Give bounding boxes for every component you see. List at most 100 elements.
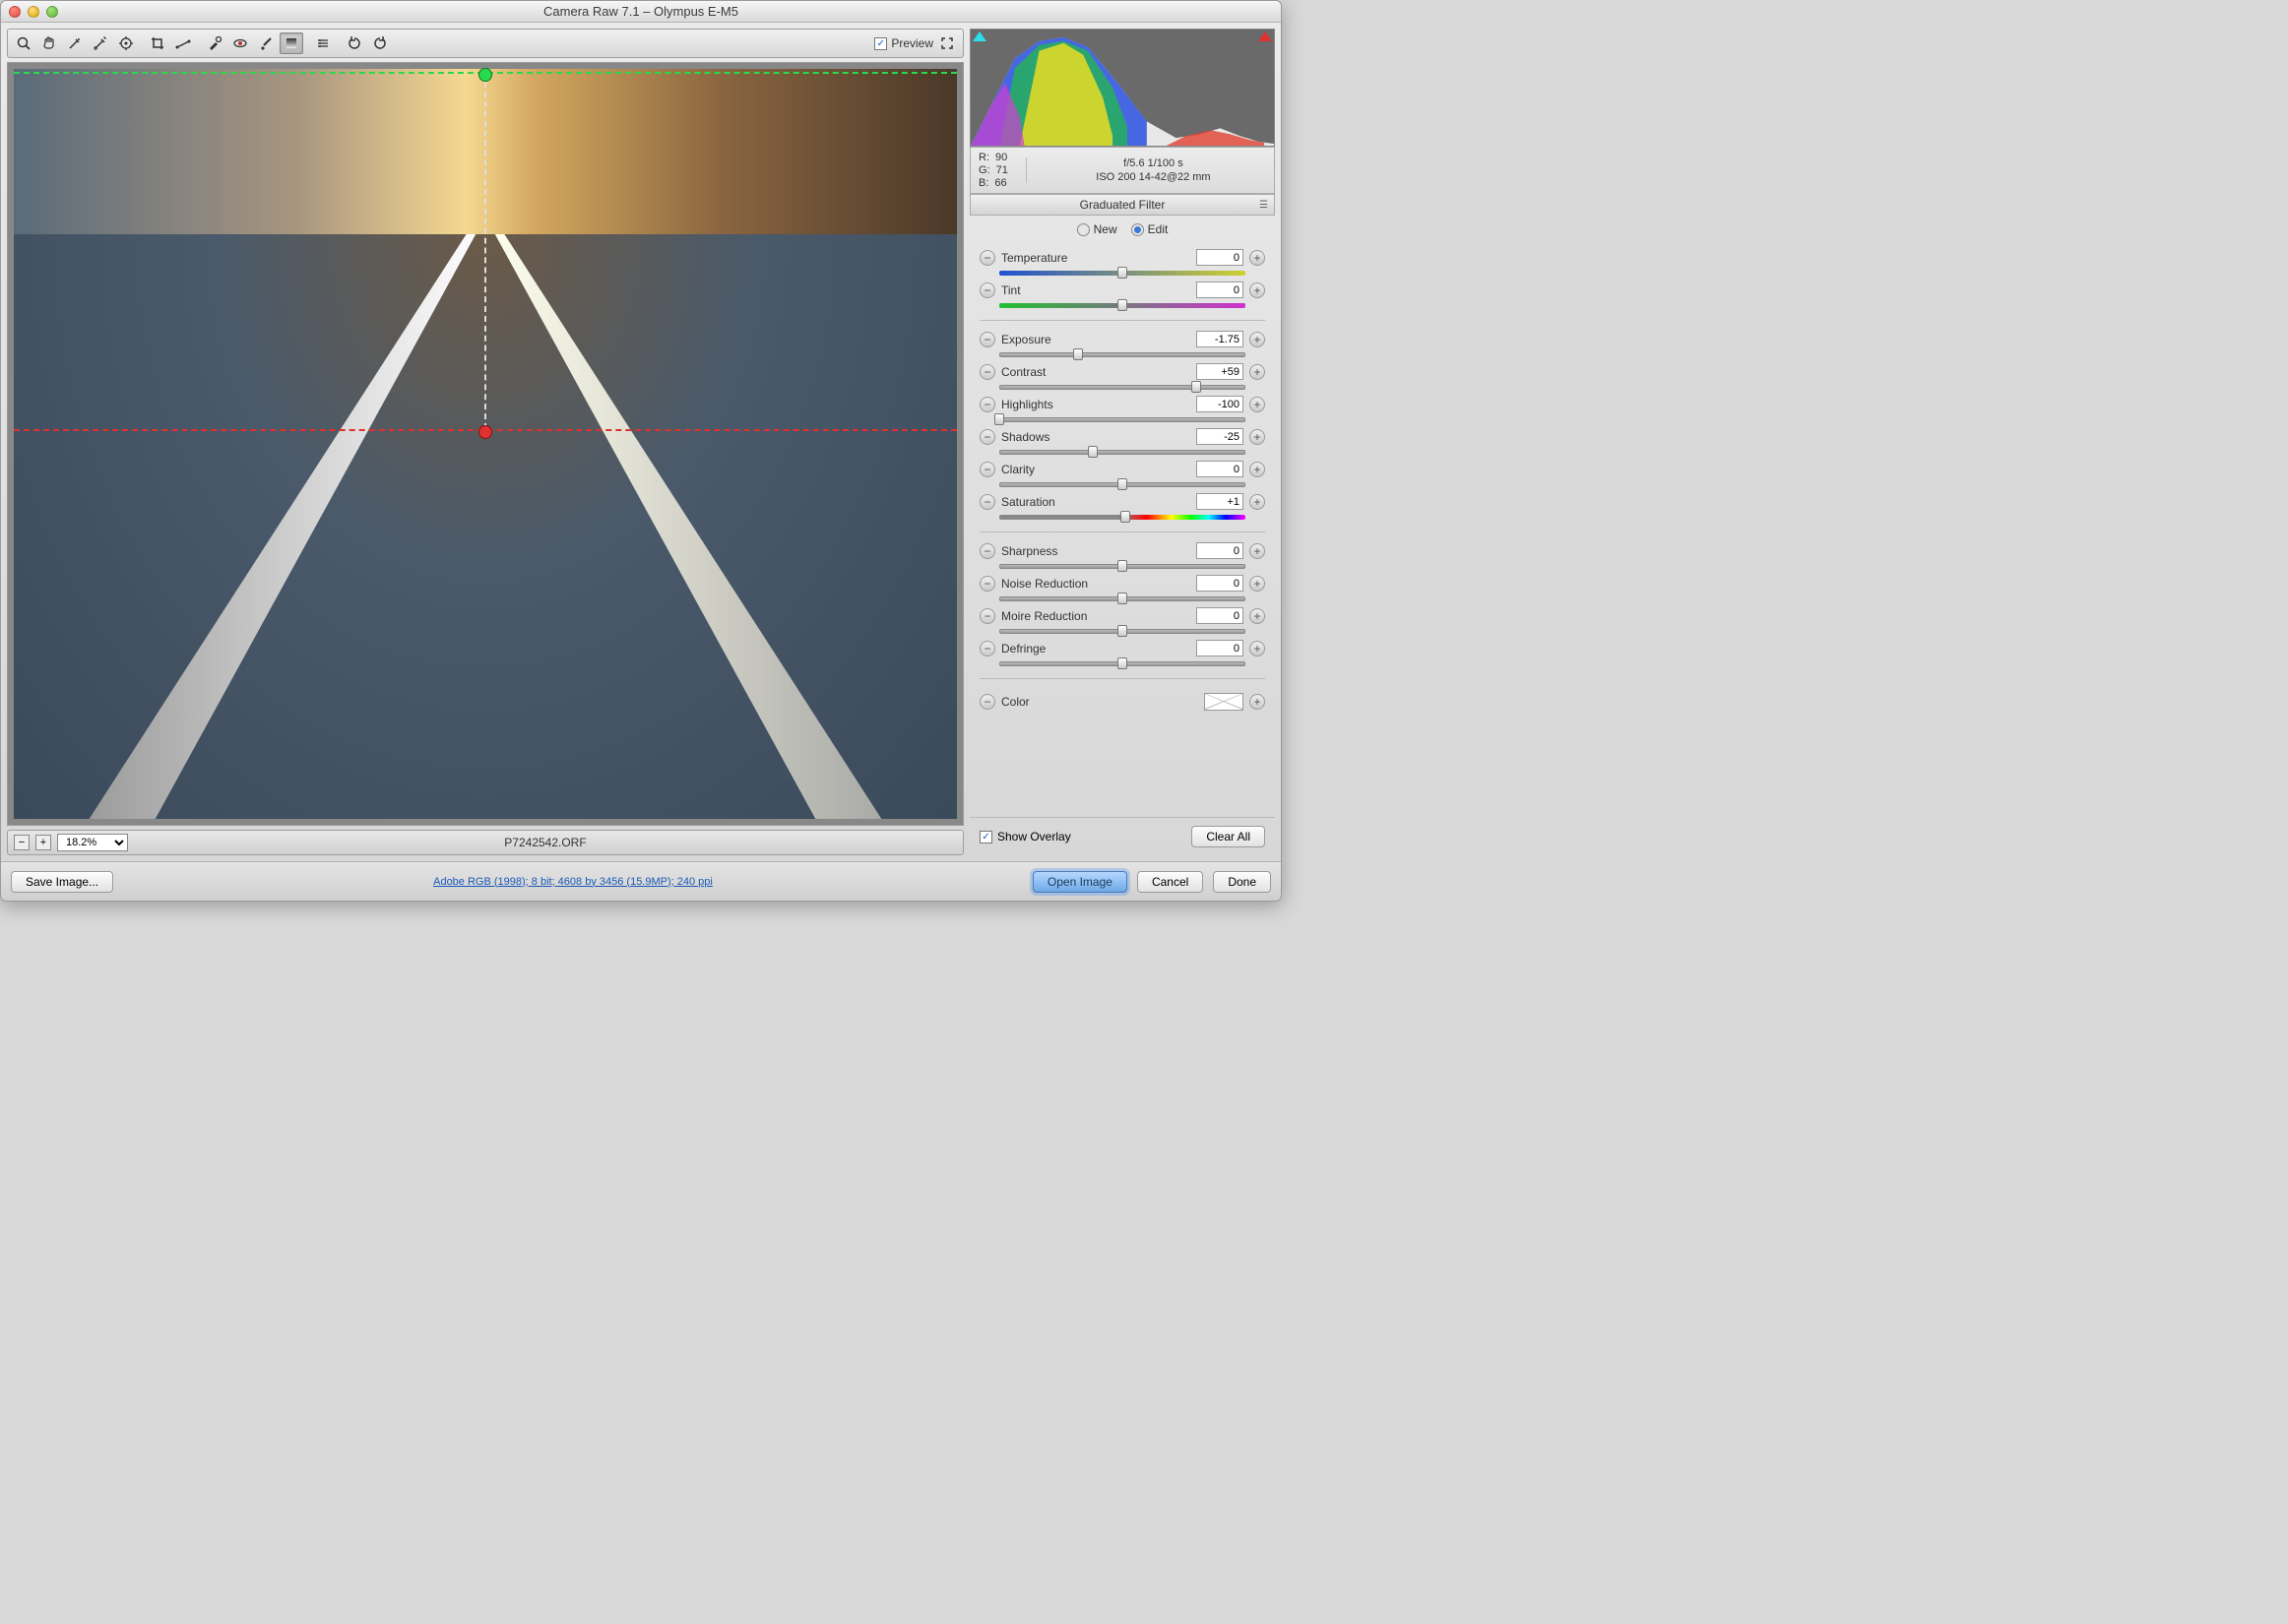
gradient-start-line[interactable] (14, 72, 957, 74)
tint-plus[interactable]: + (1249, 282, 1265, 298)
shadows-value[interactable] (1196, 428, 1243, 445)
targeted-adjust-tool[interactable] (114, 32, 138, 54)
graduated-filter-tool[interactable] (280, 32, 303, 54)
highlights-thumb[interactable] (994, 413, 1004, 425)
panel-menu-icon[interactable]: ☰ (1259, 200, 1268, 211)
preview-area[interactable] (7, 62, 964, 826)
crop-tool[interactable] (146, 32, 169, 54)
sharpness-plus[interactable]: + (1249, 543, 1265, 559)
zoom-select[interactable]: 18.2% (57, 834, 128, 851)
workflow-options-link[interactable]: Adobe RGB (1998); 8 bit; 4608 by 3456 (1… (123, 876, 1023, 888)
minimize-window-icon[interactable] (28, 6, 39, 18)
exposure-track[interactable] (999, 349, 1245, 359)
color-swatch[interactable] (1204, 693, 1243, 711)
moire-value[interactable] (1196, 607, 1243, 624)
sharpness-track[interactable] (999, 561, 1245, 571)
exposure-value[interactable] (1196, 331, 1243, 347)
zoom-in-button[interactable]: + (35, 835, 51, 850)
adjustment-brush-tool[interactable] (254, 32, 278, 54)
fullscreen-toggle[interactable] (935, 32, 959, 54)
show-overlay-checkbox[interactable]: ✓ Show Overlay (980, 830, 1071, 843)
white-balance-tool[interactable] (63, 32, 87, 54)
mode-new[interactable]: New (1077, 222, 1117, 236)
noise-track[interactable] (999, 593, 1245, 603)
spot-removal-tool[interactable] (203, 32, 226, 54)
defringe-plus[interactable]: + (1249, 641, 1265, 656)
temperature-plus[interactable]: + (1249, 250, 1265, 266)
preferences-tool[interactable] (311, 32, 335, 54)
straighten-tool[interactable] (171, 32, 195, 54)
red-eye-tool[interactable] (228, 32, 252, 54)
moire-track[interactable] (999, 626, 1245, 636)
saturation-minus[interactable]: − (980, 494, 995, 510)
saturation-thumb[interactable] (1120, 511, 1130, 523)
temperature-track[interactable] (999, 268, 1245, 278)
zoom-out-button[interactable]: − (14, 835, 30, 850)
gradient-start-handle[interactable] (478, 68, 492, 82)
noise-minus[interactable]: − (980, 576, 995, 592)
color-sampler-tool[interactable] (89, 32, 112, 54)
defringe-minus[interactable]: − (980, 641, 995, 656)
clarity-track[interactable] (999, 479, 1245, 489)
tint-value[interactable] (1196, 281, 1243, 298)
saturation-value[interactable] (1196, 493, 1243, 510)
temperature-value[interactable] (1196, 249, 1243, 266)
highlight-clip-icon[interactable] (1258, 31, 1272, 41)
moire-thumb[interactable] (1117, 625, 1127, 637)
gradient-axis-line[interactable] (484, 72, 486, 429)
tint-track[interactable] (999, 300, 1245, 310)
defringe-track[interactable] (999, 658, 1245, 668)
clarity-minus[interactable]: − (980, 462, 995, 477)
highlights-plus[interactable]: + (1249, 397, 1265, 412)
highlights-minus[interactable]: − (980, 397, 995, 412)
sharpness-value[interactable] (1196, 542, 1243, 559)
moire-minus[interactable]: − (980, 608, 995, 624)
rotate-cw-tool[interactable] (368, 32, 392, 54)
cancel-button[interactable]: Cancel (1137, 871, 1203, 893)
noise-value[interactable] (1196, 575, 1243, 592)
sharpness-minus[interactable]: − (980, 543, 995, 559)
shadows-plus[interactable]: + (1249, 429, 1265, 445)
open-image-button[interactable]: Open Image (1033, 871, 1127, 893)
saturation-plus[interactable]: + (1249, 494, 1265, 510)
sharpness-thumb[interactable] (1117, 560, 1127, 572)
contrast-minus[interactable]: − (980, 364, 995, 380)
zoom-window-icon[interactable] (46, 6, 58, 18)
highlights-track[interactable] (999, 414, 1245, 424)
hand-tool[interactable] (37, 32, 61, 54)
contrast-plus[interactable]: + (1249, 364, 1265, 380)
contrast-thumb[interactable] (1191, 381, 1201, 393)
save-image-button[interactable]: Save Image... (11, 871, 113, 893)
saturation-track[interactable] (999, 512, 1245, 522)
exposure-plus[interactable]: + (1249, 332, 1265, 347)
histogram[interactable] (970, 29, 1275, 147)
temperature-minus[interactable]: − (980, 250, 995, 266)
temperature-thumb[interactable] (1117, 267, 1127, 279)
color-plus[interactable]: + (1249, 694, 1265, 710)
tint-minus[interactable]: − (980, 282, 995, 298)
clarity-value[interactable] (1196, 461, 1243, 477)
gradient-end-line[interactable] (14, 429, 957, 431)
shadow-clip-icon[interactable] (973, 31, 986, 41)
highlights-value[interactable] (1196, 396, 1243, 412)
defringe-thumb[interactable] (1117, 657, 1127, 669)
contrast-value[interactable] (1196, 363, 1243, 380)
clarity-plus[interactable]: + (1249, 462, 1265, 477)
shadows-track[interactable] (999, 447, 1245, 457)
rotate-ccw-tool[interactable] (343, 32, 366, 54)
gradient-end-handle[interactable] (478, 425, 492, 439)
zoom-tool[interactable] (12, 32, 35, 54)
shadows-thumb[interactable] (1088, 446, 1098, 458)
exposure-thumb[interactable] (1073, 348, 1083, 360)
shadows-minus[interactable]: − (980, 429, 995, 445)
clarity-thumb[interactable] (1117, 478, 1127, 490)
preview-checkbox[interactable]: ✓ Preview (874, 36, 933, 50)
exposure-minus[interactable]: − (980, 332, 995, 347)
noise-plus[interactable]: + (1249, 576, 1265, 592)
done-button[interactable]: Done (1213, 871, 1271, 893)
noise-thumb[interactable] (1117, 593, 1127, 604)
clear-all-button[interactable]: Clear All (1191, 826, 1265, 847)
defringe-value[interactable] (1196, 640, 1243, 656)
moire-plus[interactable]: + (1249, 608, 1265, 624)
tint-thumb[interactable] (1117, 299, 1127, 311)
